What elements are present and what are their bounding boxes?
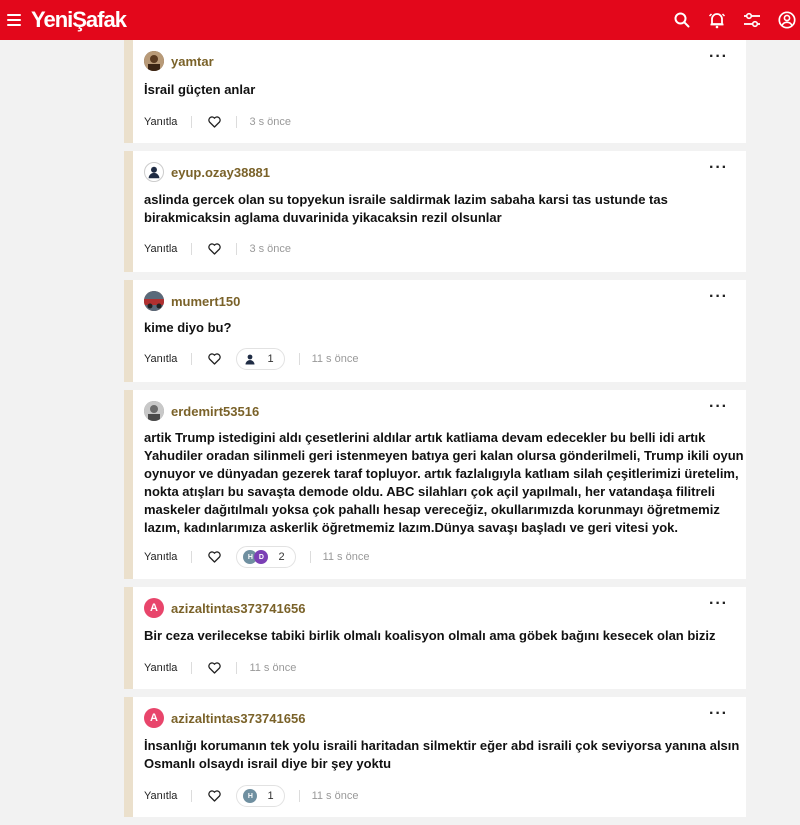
comment-username[interactable]: yamtar bbox=[171, 54, 214, 69]
comment-time: 11 s önce bbox=[311, 790, 359, 802]
avatar-letter: A bbox=[150, 712, 158, 724]
comment-text: Bir ceza verilecekse tabiki birlik olmal… bbox=[144, 628, 716, 643]
avatar[interactable] bbox=[144, 162, 164, 182]
heart-icon[interactable] bbox=[208, 352, 222, 366]
reactor-avatar bbox=[243, 352, 258, 366]
reaction-count: 2 bbox=[278, 551, 285, 563]
reaction-count: 1 bbox=[267, 790, 274, 802]
more-options-icon[interactable]: ··· bbox=[709, 289, 728, 305]
divider bbox=[236, 243, 238, 255]
comment-card: erdemirt53516 ··· artik Trump istedigini… bbox=[124, 390, 746, 579]
comment-text: İsrail güçten anlar bbox=[144, 82, 256, 97]
comment-time: 3 s önce bbox=[249, 243, 292, 255]
comment-text: kime diyo bu? bbox=[144, 320, 232, 335]
divider bbox=[298, 353, 300, 365]
more-options-icon[interactable]: ··· bbox=[709, 596, 728, 612]
more-options-icon[interactable]: ··· bbox=[709, 160, 728, 176]
reactions-chip[interactable]: H D 2 bbox=[236, 546, 296, 568]
reactions-chip[interactable]: 1 bbox=[236, 348, 285, 370]
avatar[interactable]: A bbox=[144, 598, 164, 618]
heart-icon[interactable] bbox=[208, 115, 222, 129]
comment-header: A azizaltintas373741656 bbox=[144, 598, 305, 618]
comment-actions: Yanıtla 1 11 s önce bbox=[144, 347, 358, 371]
divider bbox=[191, 551, 193, 563]
avatar[interactable] bbox=[144, 401, 164, 421]
comment-username[interactable]: azizaltintas373741656 bbox=[171, 601, 305, 616]
top-navigation-bar: YeniŞafak bbox=[0, 0, 800, 40]
reaction-count: 1 bbox=[267, 353, 274, 365]
comment-time: 11 s önce bbox=[249, 662, 297, 674]
settings-sliders-icon[interactable] bbox=[741, 9, 763, 31]
menu-icon[interactable] bbox=[7, 14, 21, 26]
avatar[interactable] bbox=[144, 291, 164, 311]
comment-text: İnsanlığı korumanın tek yolu israili har… bbox=[144, 738, 740, 771]
comment-card: A azizaltintas373741656 ··· Bir ceza ver… bbox=[124, 587, 746, 689]
avatar-letter: A bbox=[150, 602, 158, 614]
comment-username[interactable]: azizaltintas373741656 bbox=[171, 711, 305, 726]
divider bbox=[236, 662, 238, 674]
avatar[interactable]: A bbox=[144, 708, 164, 728]
comment-text: aslinda gercek olan su topyekun israile … bbox=[144, 192, 668, 225]
more-options-icon[interactable]: ··· bbox=[709, 706, 728, 722]
heart-icon[interactable] bbox=[208, 661, 222, 675]
avatar[interactable] bbox=[144, 51, 164, 71]
divider bbox=[191, 790, 193, 802]
header-actions bbox=[671, 9, 798, 31]
comment-username[interactable]: mumert150 bbox=[171, 294, 240, 309]
reply-button[interactable]: Yanıtla bbox=[144, 243, 177, 255]
comment-actions: Yanıtla H 1 11 s önce bbox=[144, 784, 358, 808]
reply-button[interactable]: Yanıtla bbox=[144, 116, 177, 128]
divider bbox=[191, 353, 193, 365]
divider bbox=[236, 116, 238, 128]
search-icon[interactable] bbox=[671, 9, 693, 31]
user-icon[interactable] bbox=[776, 9, 798, 31]
more-options-icon[interactable]: ··· bbox=[709, 399, 728, 415]
bell-icon[interactable] bbox=[706, 9, 728, 31]
comment-actions: Yanıtla H D 2 11 s önce bbox=[144, 545, 369, 569]
divider bbox=[191, 662, 193, 674]
divider bbox=[309, 551, 311, 563]
comment-header: mumert150 bbox=[144, 291, 240, 311]
comment-username[interactable]: erdemirt53516 bbox=[171, 404, 259, 419]
reactions-chip[interactable]: H 1 bbox=[236, 785, 285, 807]
reply-button[interactable]: Yanıtla bbox=[144, 662, 177, 674]
comment-time: 3 s önce bbox=[249, 116, 292, 128]
comment-header: erdemirt53516 bbox=[144, 401, 259, 421]
comment-header: yamtar bbox=[144, 51, 214, 71]
reactor-avatar: D bbox=[254, 550, 269, 564]
comment-actions: Yanıtla 3 s önce bbox=[144, 110, 291, 134]
more-options-icon[interactable]: ··· bbox=[709, 49, 728, 65]
divider bbox=[298, 790, 300, 802]
heart-icon[interactable] bbox=[208, 242, 222, 256]
heart-icon[interactable] bbox=[208, 789, 222, 803]
reply-button[interactable]: Yanıtla bbox=[144, 551, 177, 563]
comment-card: mumert150 ··· kime diyo bu? Yanıtla 1 11… bbox=[124, 280, 746, 382]
comment-actions: Yanıtla 3 s önce bbox=[144, 237, 291, 261]
comment-card: eyup.ozay38881 ··· aslinda gercek olan s… bbox=[124, 151, 746, 272]
heart-icon[interactable] bbox=[208, 550, 222, 564]
comment-header: A azizaltintas373741656 bbox=[144, 708, 305, 728]
comment-username[interactable]: eyup.ozay38881 bbox=[171, 165, 270, 180]
comment-feed: yamtar ··· İsrail güçten anlar Yanıtla 3… bbox=[124, 40, 746, 825]
reactor-avatar: H bbox=[243, 789, 258, 803]
divider bbox=[191, 243, 193, 255]
comment-time: 11 s önce bbox=[322, 551, 370, 563]
reply-button[interactable]: Yanıtla bbox=[144, 353, 177, 365]
comment-header: eyup.ozay38881 bbox=[144, 162, 270, 182]
comment-text: artik Trump istedigini aldı çesetlerini … bbox=[144, 430, 744, 535]
comment-card: yamtar ··· İsrail güçten anlar Yanıtla 3… bbox=[124, 40, 746, 143]
divider bbox=[191, 116, 193, 128]
comment-actions: Yanıtla 11 s önce bbox=[144, 656, 296, 680]
comment-card: A azizaltintas373741656 ··· İnsanlığı ko… bbox=[124, 697, 746, 817]
comment-time: 11 s önce bbox=[311, 353, 359, 365]
reply-button[interactable]: Yanıtla bbox=[144, 790, 177, 802]
site-logo[interactable]: YeniŞafak bbox=[31, 7, 127, 33]
